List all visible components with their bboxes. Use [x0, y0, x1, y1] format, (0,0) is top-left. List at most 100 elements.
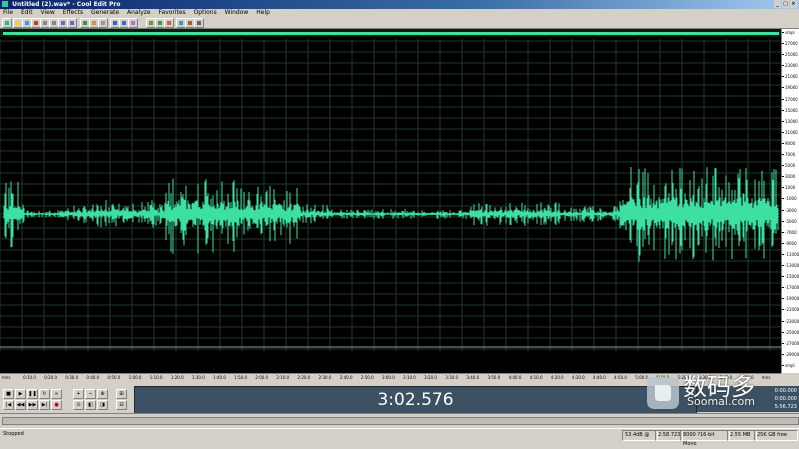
open-icon — [16, 21, 20, 25]
play-all-button[interactable]: ∞ — [51, 389, 62, 399]
amplitude-ruler: smpl 27000 25000 23000 21000 19000 17000 15000 1… — [781, 29, 799, 373]
menu-view[interactable]: View — [38, 9, 58, 17]
overview-visible-range[interactable] — [3, 32, 779, 35]
cd-icon — [131, 21, 135, 25]
time-tick-label: 3:10.0 — [403, 375, 416, 380]
go-to-end-button[interactable]: ▶| — [39, 400, 50, 410]
close-button[interactable]: × — [790, 0, 797, 8]
window-title: Untitled (2).wav* - Cool Edit Pro — [12, 1, 121, 8]
mix-icon — [83, 21, 87, 25]
time-tick-label: 4:00.0 — [508, 375, 522, 380]
rewind-button[interactable]: ◀◀ — [15, 400, 26, 410]
app-icon — [2, 1, 8, 7]
time-tick-label: 3:50.0 — [487, 375, 501, 380]
status-level: 53.4dB @ — [622, 430, 658, 441]
record-button[interactable]: ● — [51, 400, 62, 410]
horizontal-scrollbar[interactable] — [0, 413, 799, 428]
time-display: 3:02.576 — [134, 386, 697, 414]
watermark-logo-icon — [647, 377, 679, 409]
menu-generate[interactable]: Generate — [88, 9, 122, 17]
zoom-out-horizontal-button[interactable]: − — [85, 389, 96, 399]
zoom-in-icon — [113, 21, 117, 25]
amplitude-tick-label: 17000 — [782, 96, 799, 103]
stop-button[interactable]: ■ — [3, 389, 14, 399]
waveform-window — [0, 29, 781, 373]
time-tick-label: 4:10.0 — [529, 375, 543, 380]
zoom-in-vertical-button[interactable]: ⊞ — [116, 389, 127, 399]
menu-edit[interactable]: Edit — [18, 9, 36, 17]
play-button[interactable]: ▶ — [15, 389, 26, 399]
zoom-in-horizontal-button[interactable]: + — [73, 389, 84, 399]
menu-window[interactable]: Window — [222, 9, 252, 17]
wave-view-button[interactable] — [2, 18, 12, 28]
zoom-right-button[interactable]: ◨ — [97, 400, 108, 410]
menu-file[interactable]: File — [0, 9, 16, 17]
amplitude-tick-label: -25000 — [782, 329, 799, 336]
minimize-button[interactable]: _ — [774, 0, 781, 8]
zoom-full-button[interactable]: ⊕ — [97, 389, 108, 399]
status-bar: Stopped 53.4dB @ 2:58.723 8000 ?16-bit M… — [0, 428, 799, 447]
redo-button[interactable] — [67, 18, 77, 28]
play-loop-button[interactable]: ↻ — [39, 389, 50, 399]
frequency-button[interactable] — [164, 18, 174, 28]
menu-analyze[interactable]: Analyze — [124, 9, 154, 17]
fast-forward-button[interactable]: ▶▶ — [27, 400, 38, 410]
silence-icon — [101, 21, 105, 25]
amplitude-tick-label: 9000 — [782, 140, 799, 147]
menu-help[interactable]: Help — [253, 9, 273, 17]
settings-button[interactable] — [194, 18, 204, 28]
overview-range-bar[interactable] — [0, 29, 781, 37]
go-to-start-button[interactable]: |◀ — [3, 400, 14, 410]
time-tick-label: 3:00.0 — [381, 375, 395, 380]
title-bar: Untitled (2).wav* - Cool Edit Pro _ □ × — [0, 0, 799, 9]
amplitude-tick-label: -19000 — [782, 295, 799, 302]
cue-icon — [188, 21, 192, 25]
amplitude-tick-label: 15000 — [782, 107, 799, 114]
time-tick-label: 2:00.0 — [255, 375, 269, 380]
menu-favorites[interactable]: Favorites — [156, 9, 189, 17]
save-icon — [25, 21, 29, 25]
scrollbar-track[interactable] — [2, 417, 799, 425]
menu-effects[interactable]: Effects — [60, 9, 86, 17]
amplitude-tick-label: 3000 — [782, 173, 799, 180]
watermark-url: Soomal.com — [687, 395, 755, 408]
time-tick-label: hms — [2, 375, 11, 380]
amplitude-tick-label: 19000 — [782, 84, 799, 91]
pause-button[interactable]: ❚❚ — [27, 389, 38, 399]
cut-icon — [34, 21, 38, 25]
time-tick-label: 0:40.0 — [86, 375, 100, 380]
time-tick-label: 2:10.0 — [276, 375, 290, 380]
amplitude-tick-label: 13000 — [782, 118, 799, 125]
cd-button[interactable] — [128, 18, 138, 28]
silence-button[interactable] — [98, 18, 108, 28]
waveform-display[interactable] — [0, 39, 781, 351]
amplitude-tick-label: -29000 — [782, 351, 799, 358]
watermark: 数码多 Soomal.com — [641, 363, 799, 419]
time-tick-label: 4:20.0 — [550, 375, 564, 380]
undo-icon — [61, 21, 65, 25]
time-tick-label: 0:30.0 — [65, 375, 79, 380]
amplitude-tick-label: 5000 — [782, 162, 799, 169]
time-tick-label: 0:50.0 — [107, 375, 121, 380]
zoom-out-vertical-button[interactable]: ⊟ — [116, 400, 127, 410]
time-tick-label: 3:30.0 — [445, 375, 459, 380]
time-tick-label: 2:30.0 — [318, 375, 332, 380]
amplitude-tick-label: 1000 — [782, 184, 799, 191]
trim-icon — [92, 21, 96, 25]
amplitude-tick-label: -11000 — [782, 251, 799, 258]
status-state: Stopped — [3, 431, 24, 437]
amplitude-tick-label: 27000 — [782, 40, 799, 47]
redo-icon — [70, 21, 74, 25]
zoom-left-button[interactable]: ◧ — [85, 400, 96, 410]
toolbar — [0, 17, 799, 29]
amplitude-tick-label: smpl — [782, 29, 799, 36]
time-tick-label: 0:20.0 — [44, 375, 58, 380]
waveform-trace — [3, 167, 779, 262]
menu-options[interactable]: Options — [191, 9, 220, 17]
time-tick-label: 3:20.0 — [424, 375, 437, 380]
maximize-button[interactable]: □ — [782, 0, 789, 8]
time-tick-label: 2:40.0 — [339, 375, 353, 380]
time-tick-label: 1:30.0 — [191, 375, 205, 380]
zoom-selection-button[interactable]: ⊙ — [73, 400, 84, 410]
transport-controls: ■ ▶ ❚❚ ↻ ∞ |◀ ◀◀ ▶▶ ▶| ● + − ⊕ ⊙ ◧ ◨ ⊞ ⊟ — [0, 384, 130, 412]
